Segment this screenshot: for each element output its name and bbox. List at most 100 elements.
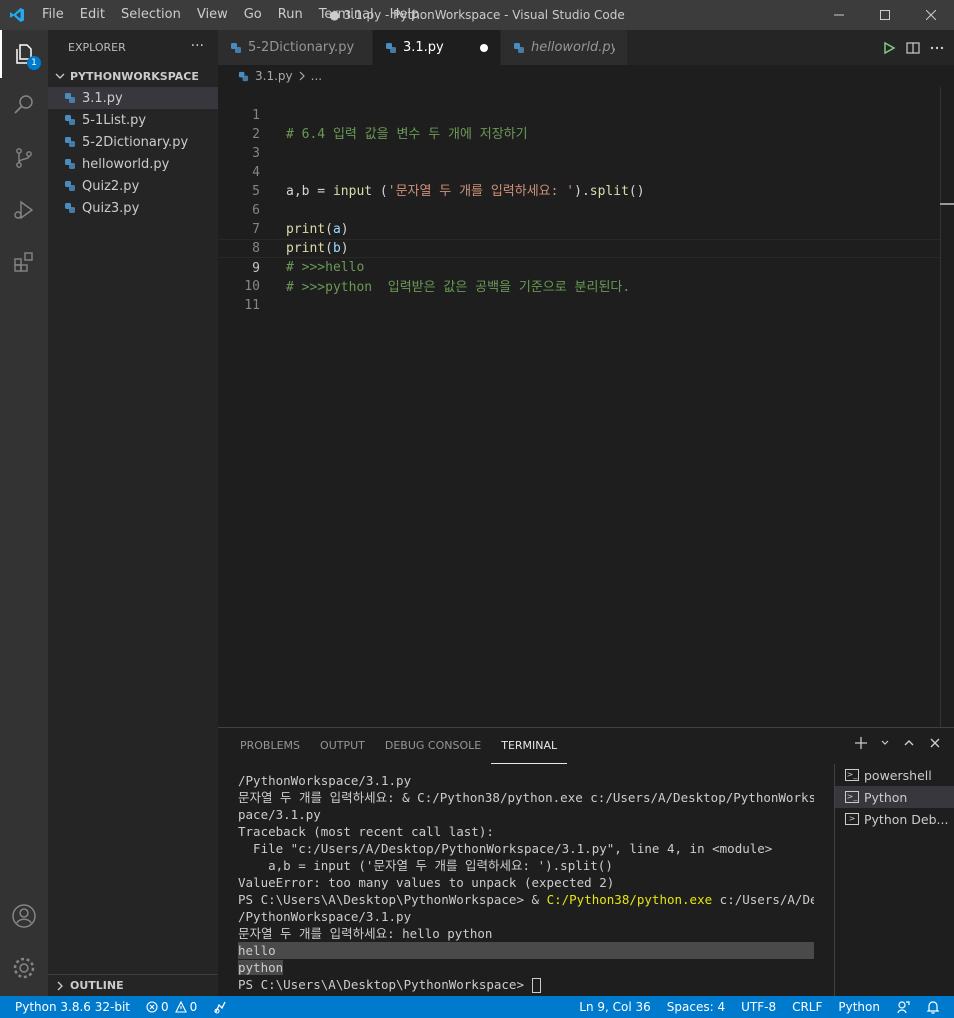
menu-view[interactable]: View [189, 0, 236, 30]
language-mode[interactable]: Python [830, 996, 888, 1018]
breadcrumb-symbols[interactable]: ... [311, 69, 322, 83]
panel-tabs: PROBLEMS OUTPUT DEBUG CONSOLE TERMINAL [218, 728, 568, 764]
editor-scrollbar[interactable] [940, 87, 954, 727]
tab-output[interactable]: OUTPUT [310, 728, 375, 764]
account-icon[interactable] [0, 892, 48, 940]
file-item-label: helloworld.py [82, 156, 170, 172]
chevron-down-icon [55, 73, 65, 79]
cursor-position[interactable]: Ln 9, Col 36 [571, 996, 659, 1018]
menu-file[interactable]: File [34, 0, 72, 30]
workspace-folder-label: PYTHONWORKSPACE [70, 69, 199, 83]
settings-gear-icon[interactable] [0, 944, 48, 992]
terminal-text: PS C:\Users\A\Desktop\PythonWorkspace> & [238, 892, 547, 907]
tab-3-1-py[interactable]: 3.1.py [373, 30, 501, 65]
terminal-icon: >_ [845, 791, 859, 803]
editor-tabs: 5-2Dictionary.py 3.1.py helloworld.py [218, 30, 954, 65]
source-control-icon[interactable] [0, 134, 48, 182]
maximize-icon[interactable] [862, 0, 908, 30]
python-file-icon [64, 92, 76, 104]
editor-actions [882, 30, 944, 65]
terminal-prompt: PS C:\Users\A\Desktop\PythonWorkspace> [238, 977, 532, 992]
terminal-line: File "c:/Users/A/Desktop/PythonWorkspace… [238, 841, 773, 856]
code-editor[interactable]: 1 # 6.4 입력 값을 변수 두 개에 저장하기 2 3 4 a,b = i… [218, 87, 954, 727]
file-item-3-1-py[interactable]: 3.1.py [48, 87, 218, 109]
menu-run[interactable]: Run [270, 0, 311, 30]
explorer-title: EXPLORER [68, 41, 126, 54]
split-editor-icon[interactable] [906, 41, 920, 55]
new-terminal-icon[interactable] [854, 736, 868, 750]
warning-count: 0 [189, 1000, 198, 1014]
terminal-instance-powershell[interactable]: >_ powershell [835, 764, 954, 786]
terminal-line: Traceback (most recent call last): [238, 824, 494, 839]
cursor-position-marker [940, 203, 954, 205]
file-item-helloworld-py[interactable]: helloworld.py [48, 153, 218, 175]
terminal-prompt-line: PS C:\Users\A\Desktop\PythonWorkspace> [238, 976, 814, 993]
extensions-icon[interactable] [0, 238, 48, 286]
chevron-right-icon [57, 981, 63, 990]
python-interpreter[interactable]: Python 3.8.6 32-bit [0, 996, 138, 1018]
menu-help[interactable]: Help [382, 0, 428, 30]
tab-problems[interactable]: PROBLEMS [230, 728, 310, 764]
outline-section[interactable]: OUTLINE [48, 974, 218, 996]
maximize-panel-icon[interactable] [902, 736, 916, 750]
tab-label: 3.1.py [403, 40, 444, 55]
line-number: 11 [244, 298, 260, 313]
python-file-icon [385, 42, 397, 54]
live-share-icon[interactable] [205, 996, 235, 1018]
menu-go[interactable]: Go [236, 0, 270, 30]
problems-status[interactable]: 0 0 [138, 996, 205, 1018]
run-debug-icon[interactable] [0, 186, 48, 234]
search-icon[interactable] [0, 80, 48, 128]
tab-terminal[interactable]: TERMINAL [491, 728, 568, 764]
file-item-5-2dictionary-py[interactable]: 5-2Dictionary.py [48, 131, 218, 153]
tab-debug-console[interactable]: DEBUG CONSOLE [375, 728, 491, 764]
minimize-icon[interactable] [816, 0, 862, 30]
terminal-text: c:/Users/A/Desktop [719, 892, 814, 907]
explorer-sidebar: EXPLORER ··· PYTHONWORKSPACE 3.1.py 5-1L… [48, 30, 218, 996]
terminal-line: 문자열 두 개를 입력하세요: & C:/Python38/python.exe… [238, 790, 814, 805]
terminal-instance-label: powershell [864, 767, 932, 783]
python-file-icon [64, 114, 76, 126]
terminal-icon: > [845, 813, 859, 825]
terminal-instance-python-debug[interactable]: > Python Deb... [835, 808, 954, 830]
run-file-icon[interactable] [882, 41, 896, 55]
terminal-line: 문자열 두 개를 입력하세요: hello python [238, 926, 493, 941]
notifications-bell-icon[interactable] [918, 996, 954, 1018]
tab-5-2dictionary[interactable]: 5-2Dictionary.py [218, 30, 373, 65]
feedback-icon[interactable] [888, 996, 918, 1018]
file-item-quiz2-py[interactable]: Quiz2.py [48, 175, 218, 197]
encoding[interactable]: UTF-8 [733, 996, 784, 1018]
file-item-label: Quiz2.py [82, 178, 140, 194]
menu-terminal[interactable]: Terminal [311, 0, 382, 30]
python-file-icon [513, 42, 525, 54]
menu-selection[interactable]: Selection [113, 0, 189, 30]
unsaved-dot-icon[interactable] [479, 43, 488, 52]
file-item-label: 5-1List.py [82, 112, 147, 128]
bottom-panel: PROBLEMS OUTPUT DEBUG CONSOLE TERMINAL /… [218, 727, 954, 997]
close-panel-icon[interactable] [928, 736, 942, 750]
breadcrumb: 3.1.py ... [218, 65, 954, 87]
terminal-output[interactable]: /PythonWorkspace/3.1.py 문자열 두 개를 입력하세요: … [238, 772, 814, 997]
explorer-header: EXPLORER ··· [48, 30, 218, 65]
file-item-quiz3-py[interactable]: Quiz3.py [48, 197, 218, 219]
python-file-icon [64, 158, 76, 170]
current-code-line: 9 # >>>python 입력받은 값은 공백을 기준으로 분리된다. [218, 239, 940, 295]
breadcrumb-file[interactable]: 3.1.py [255, 69, 293, 83]
explorer-icon[interactable]: 1 [0, 30, 48, 78]
workspace-folder[interactable]: PYTHONWORKSPACE [48, 65, 218, 87]
close-window-icon[interactable] [908, 0, 954, 30]
more-actions-icon[interactable]: ··· [191, 38, 204, 54]
line-ending[interactable]: CRLF [784, 996, 830, 1018]
code-line: 5 [218, 163, 940, 199]
chevron-down-icon[interactable] [880, 736, 890, 750]
terminal-instance-python[interactable]: >_ Python [835, 786, 954, 808]
tab-helloworld[interactable]: helloworld.py [501, 30, 628, 65]
terminal-instance-label: Python [864, 789, 908, 805]
menu-edit[interactable]: Edit [72, 0, 113, 30]
more-actions-icon[interactable] [930, 41, 944, 55]
tab-label: helloworld.py [531, 40, 615, 55]
terminal-line: /PythonWorkspace/3.1.py [238, 909, 412, 924]
file-item-5-1list-py[interactable]: 5-1List.py [48, 109, 218, 131]
indentation[interactable]: Spaces: 4 [659, 996, 733, 1018]
terminal-line: python [238, 959, 814, 976]
